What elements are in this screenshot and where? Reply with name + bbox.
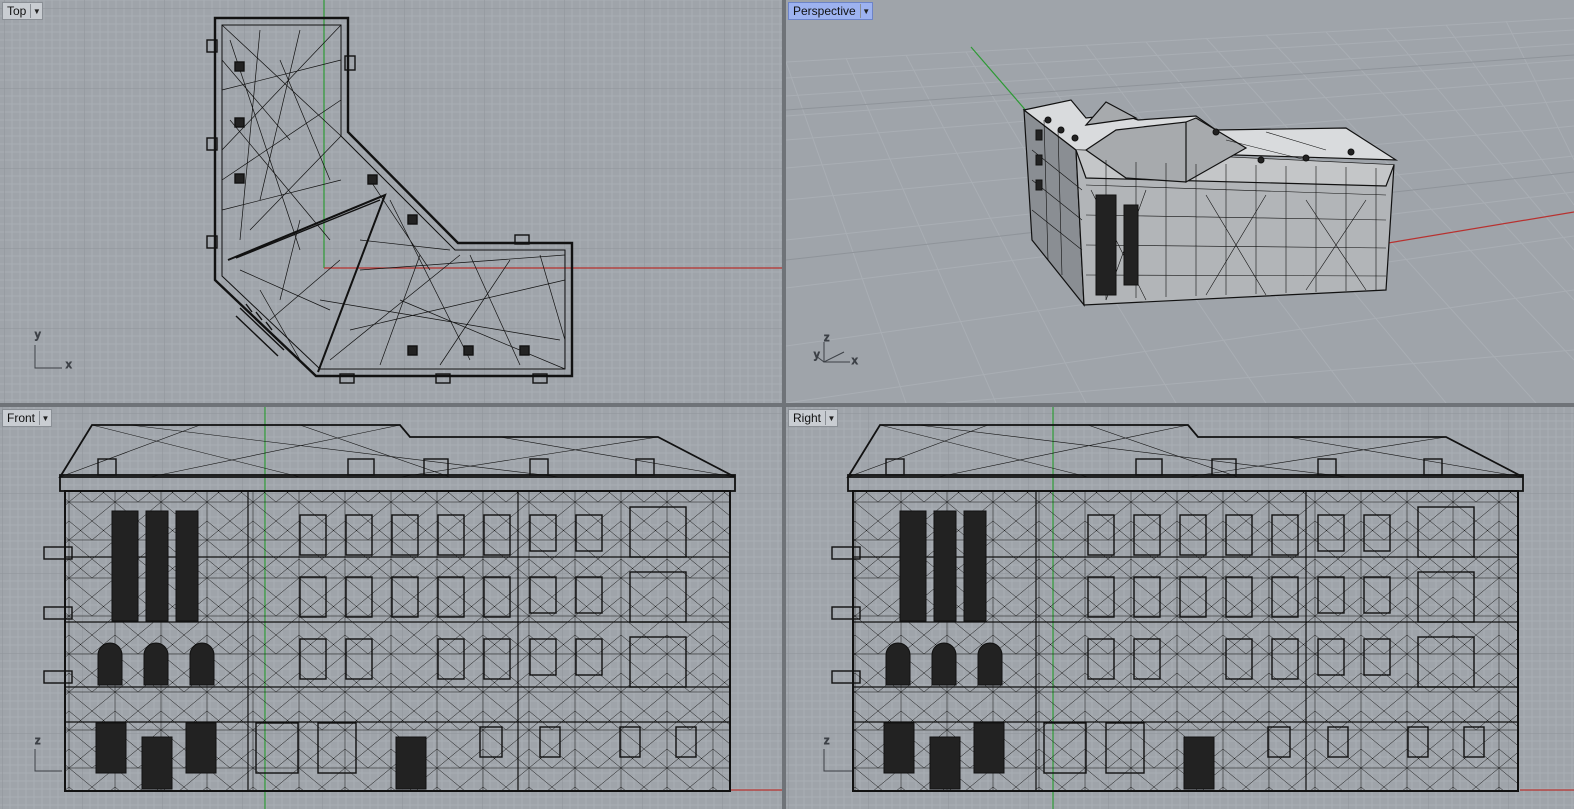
axis-label-z: z xyxy=(824,735,830,747)
front-view-scene: z xyxy=(0,407,782,809)
viewport-title: Perspective xyxy=(793,4,856,18)
chevron-down-icon[interactable]: ▼ xyxy=(30,4,42,18)
perspective-view-scene: z y x xyxy=(786,0,1574,403)
chevron-down-icon[interactable]: ▼ xyxy=(39,411,51,425)
viewport-title: Top xyxy=(7,4,27,18)
axis-label-x: x xyxy=(852,355,858,367)
axis-label-y: y xyxy=(35,329,41,341)
axis-label-z: z xyxy=(35,735,41,747)
building-perspective xyxy=(1022,99,1399,307)
top-view-scene: y x xyxy=(0,0,782,403)
viewport-tab-perspective[interactable]: Perspective ▼ xyxy=(788,2,873,20)
axis-label-y: y xyxy=(814,349,820,361)
chevron-down-icon[interactable]: ▼ xyxy=(825,411,837,425)
right-view-scene: z xyxy=(786,407,1574,809)
axis-label-x: x xyxy=(66,359,72,371)
viewport-title: Front xyxy=(7,411,36,425)
viewport-tab-front[interactable]: Front ▼ xyxy=(2,409,53,427)
viewport-perspective[interactable]: Perspective ▼ z y x xyxy=(786,0,1574,403)
viewport-title: Right xyxy=(793,411,822,425)
viewport-top[interactable]: Top ▼ y x xyxy=(0,0,782,403)
axis-label-z: z xyxy=(824,332,830,344)
viewport-tab-right[interactable]: Right ▼ xyxy=(788,409,839,427)
viewport-tab-top[interactable]: Top ▼ xyxy=(2,2,44,20)
viewport-right[interactable]: Right ▼ z xyxy=(786,407,1574,809)
chevron-down-icon[interactable]: ▼ xyxy=(859,4,872,18)
viewport-front[interactable]: Front ▼ z xyxy=(0,407,782,809)
